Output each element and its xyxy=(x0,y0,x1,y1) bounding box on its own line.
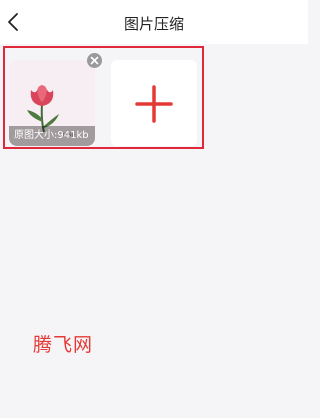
add-image-button[interactable] xyxy=(111,60,197,146)
close-icon[interactable] xyxy=(87,53,102,68)
original-size-label: 原图大小:941kb xyxy=(9,126,95,146)
image-thumbnail[interactable]: tulip 原图大小:941kb xyxy=(9,60,95,146)
top-nav-bar: 图片压缩 xyxy=(0,0,308,44)
plus-icon xyxy=(135,85,173,123)
watermark-text: 腾飞网 xyxy=(33,334,94,356)
page-title: 图片压缩 xyxy=(123,15,184,33)
